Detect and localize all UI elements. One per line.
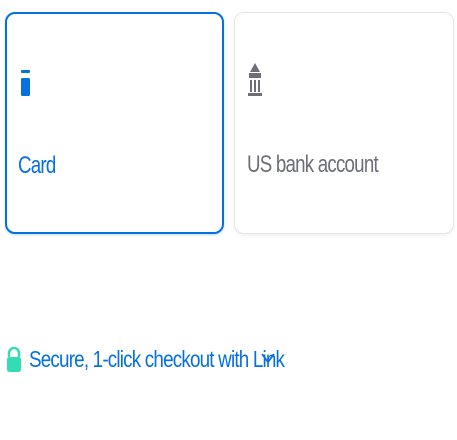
chevron-down-icon[interactable] bbox=[261, 352, 275, 364]
card-icon bbox=[21, 70, 30, 96]
lock-icon bbox=[7, 346, 21, 372]
link-checkout-text: Secure, 1-click checkout with Link bbox=[29, 345, 285, 372]
tab-us-bank-account[interactable]: US bank account bbox=[234, 12, 454, 234]
tab-us-bank-account-label: US bank account bbox=[247, 151, 379, 178]
link-checkout-button[interactable]: Secure, 1-click checkout with Link bbox=[5, 342, 340, 376]
tab-card-label: Card bbox=[18, 152, 56, 179]
tab-card[interactable]: Card bbox=[5, 12, 224, 234]
bank-icon bbox=[248, 63, 262, 96]
